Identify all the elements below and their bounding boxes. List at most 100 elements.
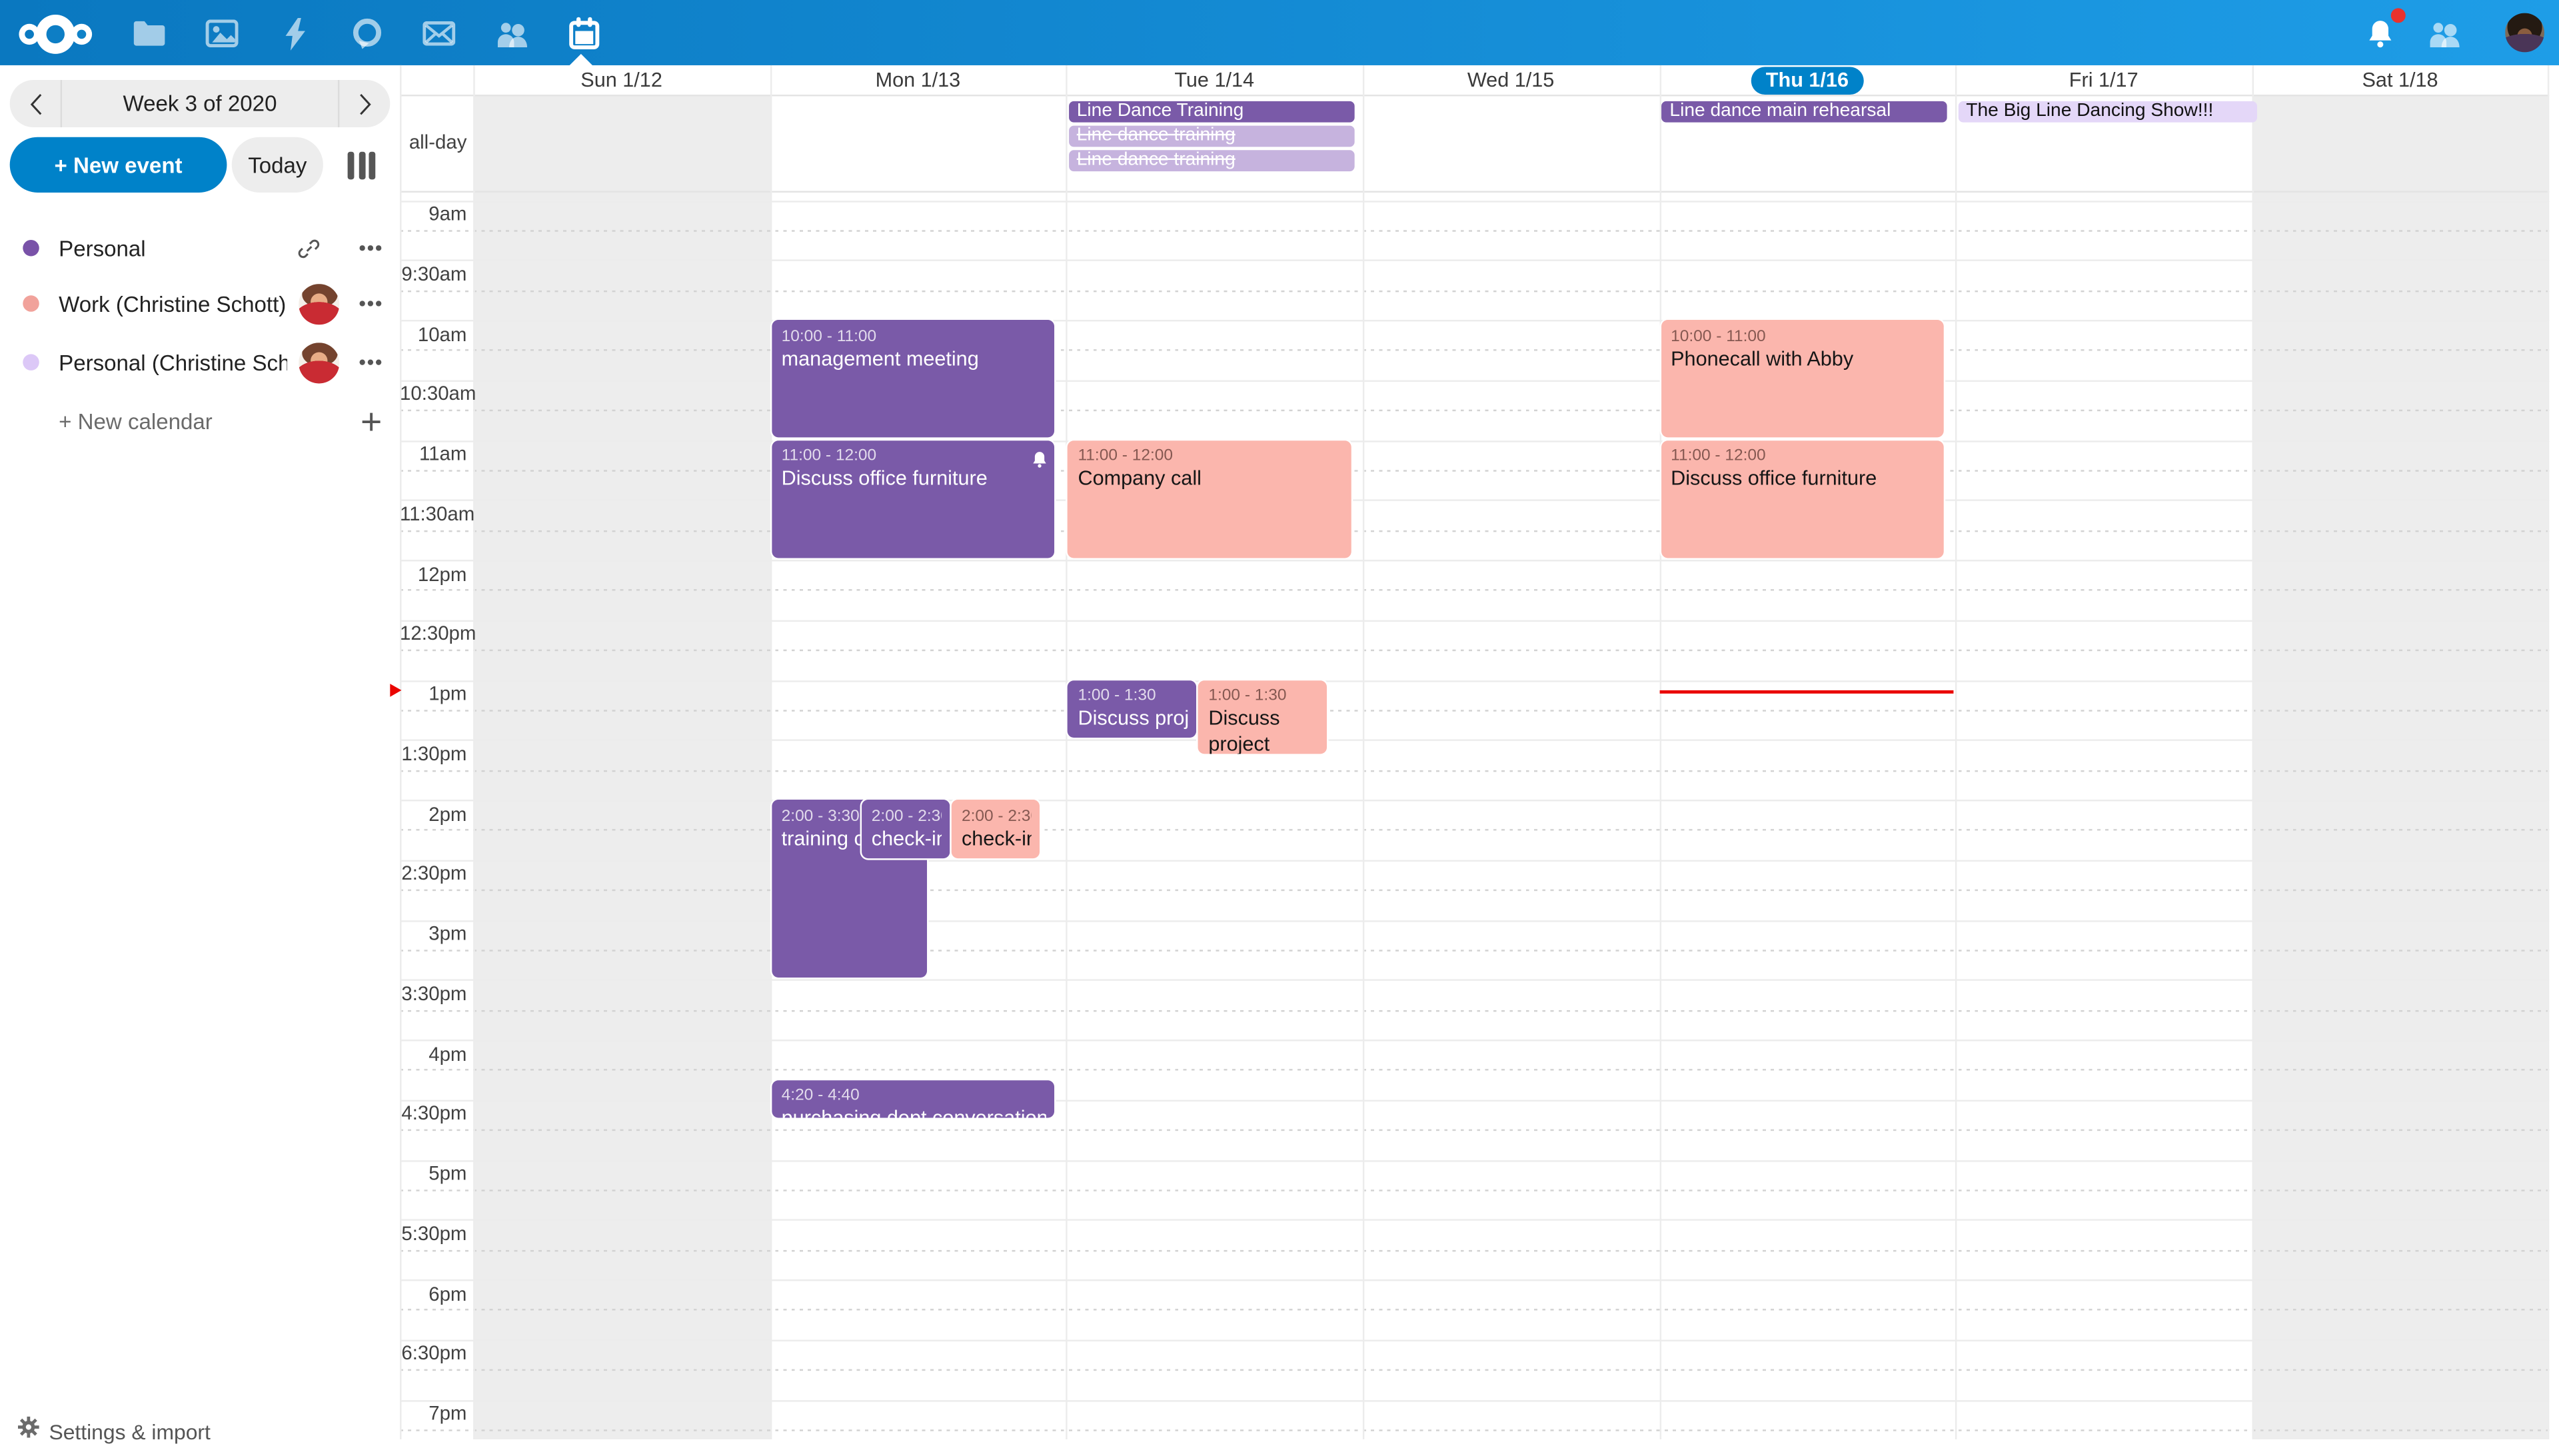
gridline-quarter: [400, 1249, 2548, 1251]
event[interactable]: 11:00 - 12:00Discuss office furniture: [1661, 440, 1944, 558]
today-button[interactable]: Today: [232, 137, 323, 193]
plus-icon: [356, 406, 385, 436]
contacts-menu-icon[interactable]: [2424, 13, 2464, 54]
event[interactable]: 2:00 - 2:30check-in: [862, 800, 950, 858]
current-time-arrow: [389, 684, 401, 698]
user-avatar[interactable]: [2505, 13, 2544, 53]
all-day-label: all-day: [400, 131, 466, 153]
column-border: [473, 65, 474, 1439]
event[interactable]: 1:00 - 1:30Discuss project announcement: [1199, 680, 1327, 753]
more-options-icon[interactable]: [356, 348, 385, 377]
column-border: [2548, 65, 2550, 1439]
event[interactable]: 11:00 - 12:00Company call: [1068, 440, 1351, 558]
week-navigation: Week 3 of 2020: [10, 80, 391, 127]
event-title: Discuss office furniture: [782, 466, 1047, 492]
calendar-list-item-personal-shared[interactable]: Personal (Christine Scho…: [0, 335, 400, 390]
share-link-icon[interactable]: [294, 233, 323, 263]
gridline-quarter: [400, 410, 2548, 411]
calendar-color-dot: [23, 295, 39, 311]
event[interactable]: 1:00 - 1:30Discuss project announcement: [1068, 680, 1197, 738]
event[interactable]: 10:00 - 11:00Phonecall with Abby: [1661, 320, 1944, 438]
more-options-icon[interactable]: [356, 233, 385, 263]
event-time: 11:00 - 12:00: [1078, 446, 1343, 467]
new-event-button[interactable]: + New event: [10, 137, 227, 193]
previous-week-button[interactable]: [10, 80, 61, 127]
contacts-icon[interactable]: [491, 13, 532, 54]
gridline-hour: [400, 380, 2548, 381]
next-week-button[interactable]: [339, 80, 390, 127]
day-header-sun[interactable]: Sun 1/12: [473, 65, 770, 95]
gridline-hour: [400, 1219, 2548, 1221]
current-time-line: [1660, 690, 1953, 694]
time-label: 6pm: [400, 1282, 466, 1305]
event-title: management meeting: [782, 347, 1047, 372]
gridline-hour: [400, 1159, 2548, 1161]
event-title: purchasing dept conversation: [782, 1106, 1047, 1117]
day-header-thu[interactable]: Thu 1/16: [1659, 65, 1956, 95]
all-day-event[interactable]: Line dance main rehearsal: [1661, 101, 1947, 123]
column-border: [1659, 65, 1661, 1439]
time-label: 5:30pm: [400, 1222, 466, 1245]
time-label: 7pm: [400, 1402, 466, 1425]
all-day-event[interactable]: The Big Line Dancing Show!!!: [1958, 101, 2256, 123]
time-label: 3pm: [400, 922, 466, 945]
event-time: 4:20 - 4:40: [782, 1086, 1047, 1107]
event[interactable]: 11:00 - 12:00Discuss office furniture: [772, 440, 1055, 558]
event-title: Discuss office furniture: [1671, 466, 1936, 492]
all-day-event[interactable]: Line dance training: [1069, 149, 1355, 171]
nextcloud-logo[interactable]: [18, 13, 93, 54]
calendar-name: Personal: [59, 236, 146, 261]
event-time: 11:00 - 12:00: [782, 446, 1047, 467]
gridline-hour: [400, 560, 2548, 561]
event-time: 11:00 - 12:00: [1671, 446, 1936, 467]
day-header-tue[interactable]: Tue 1/14: [1066, 65, 1363, 95]
column-border: [2252, 65, 2253, 1439]
time-label: 12pm: [400, 562, 466, 585]
day-header-mon[interactable]: Mon 1/13: [770, 65, 1066, 95]
time-label: 9:30am: [400, 263, 466, 285]
view-columns-icon[interactable]: [348, 152, 376, 180]
gridline-hour: [400, 320, 2548, 321]
all-day-event[interactable]: Line dance training: [1069, 125, 1355, 147]
gridline-quarter: [400, 950, 2548, 951]
event[interactable]: 2:00 - 2:30check-in: [952, 800, 1040, 858]
day-header-fri[interactable]: Fri 1/17: [1955, 65, 2252, 95]
gridline-hour: [400, 620, 2548, 621]
gridline-quarter: [400, 290, 2548, 291]
event[interactable]: 4:20 - 4:40purchasing dept conversation: [772, 1080, 1055, 1117]
sidebar: Week 3 of 2020 + New event Today Persona…: [0, 65, 401, 1439]
new-calendar-button[interactable]: + New calendar: [0, 393, 400, 448]
files-icon[interactable]: [129, 13, 169, 54]
gridline-quarter: [400, 710, 2548, 711]
settings-and-import[interactable]: Settings & import: [0, 1407, 400, 1455]
event[interactable]: 10:00 - 11:00management meeting: [772, 320, 1055, 438]
gridline-hour: [400, 920, 2548, 921]
gridline-hour: [400, 1099, 2548, 1101]
column-border: [1066, 65, 1068, 1439]
mail-icon[interactable]: [418, 13, 458, 54]
day-header-sat[interactable]: Sat 1/18: [2252, 65, 2548, 95]
time-label: 1pm: [400, 682, 466, 705]
activity-icon[interactable]: [274, 13, 315, 54]
gridline-hour: [400, 800, 2548, 801]
calendar-list-item-work[interactable]: Work (Christine Schott): [0, 276, 400, 331]
gridline-hour: [400, 200, 2548, 201]
column-border: [1955, 65, 1957, 1439]
week-label[interactable]: Week 3 of 2020: [62, 91, 338, 116]
gridline-hour: [400, 1339, 2548, 1341]
notifications-bell-icon[interactable]: [2360, 13, 2400, 54]
gridline-quarter: [400, 1189, 2548, 1191]
event-time: 10:00 - 11:00: [782, 326, 1047, 347]
calendar-list-item-personal[interactable]: Personal: [0, 221, 400, 276]
calendar-icon[interactable]: [563, 13, 604, 54]
event-title: Discuss project announcement: [1208, 706, 1319, 753]
event-time: 1:00 - 1:30: [1208, 686, 1319, 707]
allday-divider: [400, 191, 2548, 193]
day-header-wed[interactable]: Wed 1/15: [1363, 65, 1659, 95]
photos-icon[interactable]: [201, 13, 241, 54]
event-title: Discuss project announcement: [1078, 706, 1188, 732]
talk-icon[interactable]: [346, 13, 387, 54]
more-options-icon[interactable]: [356, 289, 385, 318]
all-day-event[interactable]: Line Dance Training: [1069, 101, 1355, 123]
reminder-bell-icon: [1032, 446, 1048, 476]
